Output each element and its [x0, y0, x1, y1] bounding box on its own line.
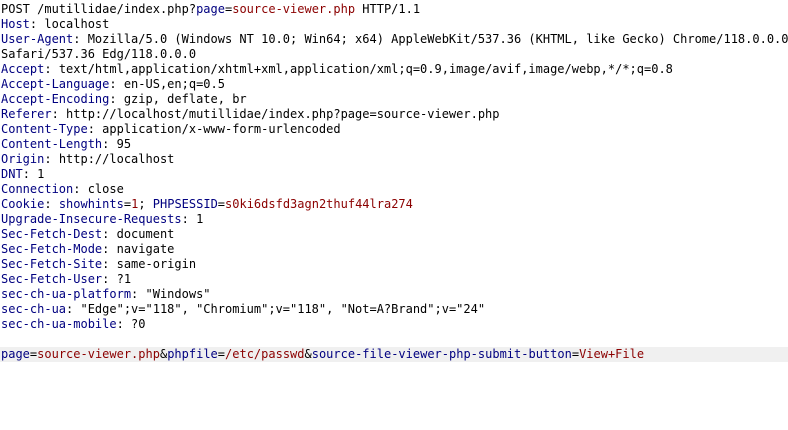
- request-line: POST /mutillidae/index.php?page=source-v…: [0, 2, 788, 17]
- body-param-value: source-viewer.php: [37, 347, 160, 361]
- header-value: localhost: [44, 17, 110, 31]
- header-line-sec-fetch-dest: Sec-Fetch-Dest: document: [1, 227, 175, 241]
- cookie-key: PHPSESSID: [152, 197, 218, 211]
- header-line-content-length: Content-Length: 95: [1, 137, 132, 151]
- header-name: Connection: [1, 182, 74, 196]
- header-value: 1: [37, 167, 45, 181]
- header-line-sec-ch-ua-mobile: sec-ch-ua-mobile: ?0: [1, 317, 146, 331]
- header-value: 95: [116, 137, 132, 151]
- body-param-separator: &: [304, 347, 312, 361]
- header-value: text/html,application/xhtml+xml,applicat…: [58, 62, 673, 76]
- header-value: http://localhost/mutillidae/index.php?pa…: [66, 107, 500, 121]
- header-line-sec-ch-ua: sec-ch-ua: "Edge";v="118", "Chromium";v=…: [1, 302, 486, 316]
- header-line-connection: Connection: close: [1, 182, 124, 196]
- header-value: 1: [196, 212, 204, 226]
- header-value: application/x-www-form-urlencoded: [102, 122, 341, 136]
- header-value: Mozilla/5.0 (Windows NT 10.0; Win64; x64…: [87, 32, 788, 46]
- body-param-key: page: [1, 347, 30, 361]
- header-value: ?0: [131, 317, 146, 331]
- header-name: Content-Length: [1, 137, 103, 151]
- header-name: Cookie: [1, 197, 45, 211]
- header-line-origin: Origin: http://localhost: [1, 152, 175, 166]
- request-body-line[interactable]: page=source-viewer.php&phpfile=/etc/pass…: [0, 347, 788, 362]
- header-value: gzip, deflate, br: [123, 92, 247, 106]
- cookie-value: s0ki6dsfd3agn2thuf44lra274: [225, 197, 413, 211]
- header-line-upgrade-insecure-requests: Upgrade-Insecure-Requests: 1: [1, 212, 204, 226]
- header-line-referer: Referer: http://localhost/mutillidae/ind…: [1, 107, 500, 121]
- http-request-editor[interactable]: POST /mutillidae/index.php?page=source-v…: [0, 0, 788, 430]
- header-line-dnt: DNT: 1: [1, 167, 45, 181]
- header-name: sec-ch-ua-platform: [1, 287, 132, 301]
- header-line-accept: Accept: text/html,application/xhtml+xml,…: [1, 62, 673, 76]
- header-line-sec-fetch-site: Sec-Fetch-Site: same-origin: [1, 257, 197, 271]
- header-name: sec-ch-ua: [1, 302, 67, 316]
- header-name: Origin: [1, 152, 45, 166]
- header-line-content-type: Content-Type: application/x-www-form-url…: [1, 122, 341, 136]
- header-line-sec-fetch-mode: Sec-Fetch-Mode: navigate: [1, 242, 175, 256]
- header-name: Accept: [1, 62, 45, 76]
- header-line-user-agent: User-Agent: Mozilla/5.0 (Windows NT 10.0…: [1, 32, 788, 46]
- header-name: DNT: [1, 167, 23, 181]
- header-name: Accept-Language: [1, 77, 110, 91]
- header-line-accept-encoding: Accept-Encoding: gzip, deflate, br: [1, 92, 247, 106]
- header-line-sec-fetch-user: Sec-Fetch-User: ?1: [1, 272, 132, 286]
- request-line-prefix: POST /mutillidae/index.php?: [1, 2, 197, 16]
- header-name: Content-Type: [1, 122, 88, 136]
- header-value: same-origin: [116, 257, 197, 271]
- request-query-param-value: source-viewer.php: [232, 2, 356, 16]
- cookie-key: showhints: [58, 197, 124, 211]
- request-query-param-name: page: [196, 2, 225, 16]
- header-line-user-agent-continuation: Safari/537.36 Edg/118.0.0.0: [0, 47, 788, 62]
- header-name: Accept-Encoding: [1, 92, 110, 106]
- header-value: close: [87, 182, 124, 196]
- header-name: Sec-Fetch-User: [1, 272, 103, 286]
- request-line-suffix: HTTP/1.1: [355, 2, 421, 16]
- cookie-separator: ;: [138, 197, 153, 211]
- header-name: Host: [1, 17, 30, 31]
- header-line-sec-ch-ua-platform: sec-ch-ua-platform: "Windows": [1, 287, 211, 301]
- header-value: navigate: [116, 242, 175, 256]
- header-name: Sec-Fetch-Mode: [1, 242, 103, 256]
- header-name: Referer: [1, 107, 52, 121]
- header-value: ?1: [116, 272, 132, 286]
- headers-body-separator: [0, 332, 788, 347]
- header-value: http://localhost: [58, 152, 175, 166]
- header-line-accept-language: Accept-Language: en-US,en;q=0.5: [1, 77, 225, 91]
- header-line-cookie: Cookie: showhints=1; PHPSESSID=s0ki6dsfd…: [1, 197, 413, 211]
- header-name: Sec-Fetch-Dest: [1, 227, 103, 241]
- header-value: document: [116, 227, 175, 241]
- header-name: User-Agent: [1, 32, 74, 46]
- body-param-value: /etc/passwd: [225, 347, 305, 361]
- header-name: Upgrade-Insecure-Requests: [1, 212, 182, 226]
- header-name: Sec-Fetch-Site: [1, 257, 103, 271]
- header-value: en-US,en;q=0.5: [123, 77, 225, 91]
- header-value-continuation: Safari/537.36 Edg/118.0.0.0: [1, 47, 197, 61]
- header-line-host: Host: localhost: [1, 17, 110, 31]
- body-param-key: phpfile: [167, 347, 218, 361]
- header-value: "Windows": [145, 287, 211, 301]
- body-param-key: source-file-viewer-php-submit-button: [311, 347, 572, 361]
- body-param-value: View+File: [579, 347, 645, 361]
- header-name: sec-ch-ua-mobile: [1, 317, 117, 331]
- header-value: "Edge";v="118", "Chromium";v="118", "Not…: [80, 302, 486, 316]
